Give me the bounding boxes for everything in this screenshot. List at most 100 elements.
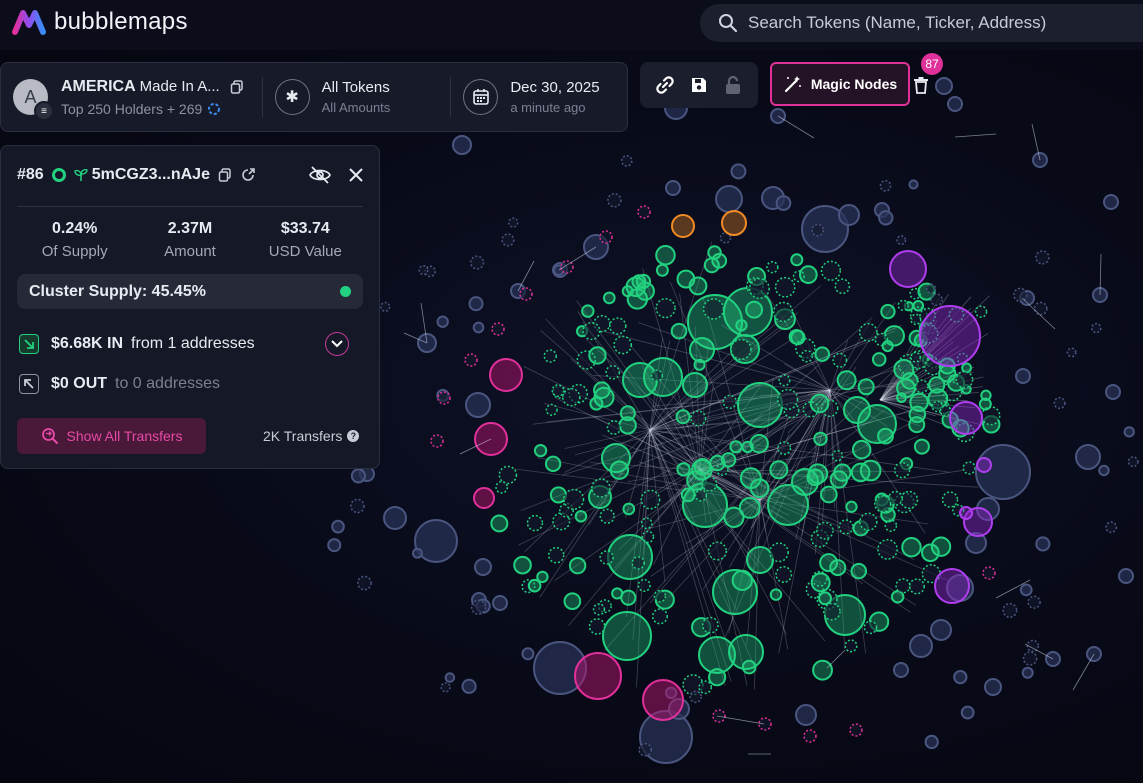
- wallet-bubble[interactable]: [599, 550, 614, 565]
- wallet-bubble[interactable]: [982, 566, 996, 580]
- wallet-bubble[interactable]: [893, 662, 909, 678]
- wallet-bubble[interactable]: [735, 319, 748, 332]
- wallet-bubble[interactable]: [895, 578, 911, 594]
- wallet-bubble[interactable]: [1015, 368, 1031, 384]
- wallet-bubble[interactable]: [978, 397, 992, 411]
- wallet-bubble[interactable]: [708, 668, 727, 687]
- wallet-bubble[interactable]: [910, 351, 922, 363]
- wallet-bubble[interactable]: [469, 255, 485, 270]
- wallet-bubble[interactable]: [472, 321, 485, 334]
- wallet-bubble[interactable]: [620, 589, 637, 606]
- wallet-bubble[interactable]: [694, 489, 708, 502]
- wallet-bubble[interactable]: [720, 452, 737, 468]
- wallet-bubble[interactable]: [492, 595, 508, 611]
- wallet-bubble[interactable]: [810, 572, 831, 593]
- wallet-bubble[interactable]: [689, 690, 702, 704]
- wallet-bubble[interactable]: [688, 276, 708, 296]
- wallet-bubble[interactable]: [568, 556, 587, 575]
- wallet-bubble[interactable]: [930, 619, 952, 641]
- wallet-bubble[interactable]: [850, 562, 867, 580]
- wallet-bubble[interactable]: [845, 500, 858, 513]
- wallet-bubble[interactable]: [676, 462, 691, 477]
- wallet-bubble[interactable]: [812, 659, 833, 681]
- wallet-bubble[interactable]: [490, 514, 509, 533]
- wallet-bubble[interactable]: [1035, 536, 1051, 552]
- wallet-bubble[interactable]: [941, 491, 959, 508]
- wallet-bubble[interactable]: [707, 541, 728, 561]
- wallet-bubble[interactable]: [582, 321, 601, 341]
- wallet-bubble[interactable]: [327, 538, 342, 553]
- wallet-bubble[interactable]: [908, 416, 926, 434]
- wallet-bubble[interactable]: [775, 195, 792, 211]
- search-bar[interactable]: [700, 4, 1143, 42]
- wallet-bubble[interactable]: [730, 338, 752, 361]
- wallet-bubble[interactable]: [461, 678, 477, 694]
- wallet-bubble[interactable]: [606, 420, 622, 435]
- wallet-bubble[interactable]: [680, 487, 696, 503]
- wallet-bubble[interactable]: [955, 370, 974, 389]
- wallet-bubble[interactable]: [380, 301, 391, 312]
- trash-icon[interactable]: [911, 72, 931, 98]
- wallet-bubble[interactable]: [1098, 464, 1110, 477]
- wallet-bubble[interactable]: [526, 514, 544, 532]
- wallet-bubble[interactable]: [715, 185, 743, 213]
- wallet-bubble[interactable]: [631, 556, 645, 570]
- wallet-bubble[interactable]: [879, 179, 892, 192]
- wallet-bubble[interactable]: [547, 546, 565, 564]
- wallet-bubble[interactable]: [815, 521, 834, 540]
- wallet-bubble[interactable]: [741, 659, 757, 675]
- wallet-bubble[interactable]: [1021, 666, 1034, 679]
- wallet-bubble[interactable]: [641, 530, 655, 544]
- wallet-bubble[interactable]: [953, 669, 968, 685]
- wallet-bubble[interactable]: [849, 723, 863, 737]
- wallet-bubble[interactable]: [655, 245, 676, 266]
- wallet-bubble[interactable]: [844, 639, 858, 653]
- show-all-transfers-button[interactable]: Show All Transfers: [17, 418, 206, 454]
- wallet-bubble[interactable]: [533, 443, 548, 458]
- wallet-bubble[interactable]: [829, 470, 849, 489]
- wallet-bubble[interactable]: [465, 392, 491, 418]
- wallet-bubble[interactable]: [1053, 396, 1066, 410]
- wallet-bubble[interactable]: [643, 357, 683, 397]
- wallet-bubble[interactable]: [722, 394, 737, 410]
- wallet-bubble[interactable]: [909, 634, 933, 658]
- wallet-bubble[interactable]: [640, 517, 653, 530]
- magic-nodes-button[interactable]: Magic Nodes: [770, 62, 910, 106]
- wallet-bubble[interactable]: [563, 592, 582, 611]
- wallet-bubble[interactable]: [889, 250, 927, 288]
- wallet-bubble[interactable]: [914, 379, 929, 394]
- wallet-bubble[interactable]: [640, 489, 661, 510]
- wallet-bubble[interactable]: [622, 502, 636, 516]
- wallet-bubble[interactable]: [775, 566, 793, 583]
- wallet-bubble[interactable]: [357, 575, 372, 591]
- wallet-bubble[interactable]: [774, 276, 796, 298]
- holders-count[interactable]: Top 250 Holders + 269: [61, 101, 202, 117]
- wallet-bubble[interactable]: [974, 305, 988, 318]
- wallet-bubble[interactable]: [675, 409, 691, 425]
- wallet-bubble[interactable]: [769, 460, 789, 480]
- wallet-bubble[interactable]: [769, 588, 783, 601]
- wallet-bubble[interactable]: [592, 603, 606, 616]
- wallet-bubble[interactable]: [682, 372, 708, 398]
- wallet-bubble[interactable]: [811, 223, 825, 237]
- hide-eye-icon[interactable]: [309, 166, 331, 184]
- wallet-bubble[interactable]: [908, 179, 919, 190]
- wallet-bubble[interactable]: [1103, 194, 1119, 210]
- wallet-bubble[interactable]: [711, 252, 728, 269]
- wallet-bubble[interactable]: [832, 352, 848, 368]
- wallet-bubble[interactable]: [831, 449, 844, 462]
- wallet-bubble[interactable]: [436, 315, 449, 328]
- wallet-bubble[interactable]: [602, 611, 652, 661]
- wallet-bubble[interactable]: [495, 480, 509, 494]
- wallet-bubble[interactable]: [545, 403, 558, 416]
- wallet-bubble[interactable]: [798, 265, 818, 284]
- wallet-bubble[interactable]: [619, 405, 636, 422]
- wallet-bubble[interactable]: [452, 135, 472, 155]
- wallet-bubble[interactable]: [873, 495, 892, 513]
- wallet-bubble[interactable]: [896, 235, 907, 246]
- wallet-bubble[interactable]: [474, 558, 492, 576]
- wallet-bubble[interactable]: [908, 578, 925, 595]
- wallet-bubble[interactable]: [331, 519, 345, 534]
- wallet-bubble[interactable]: [836, 370, 857, 391]
- inflow-row[interactable]: $6.68K IN from 1 addresses: [19, 332, 365, 356]
